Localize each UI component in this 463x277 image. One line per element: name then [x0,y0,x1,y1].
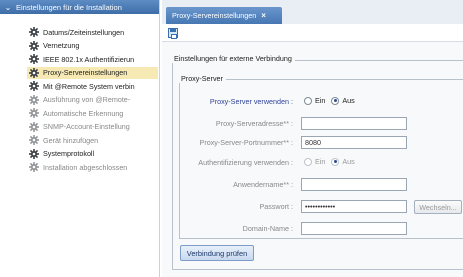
proxy-server-legend: Proxy-Server [178,74,226,83]
radio-button[interactable] [304,157,312,166]
radio-button[interactable] [304,96,312,105]
sidebar-item-label: Vernetzung [43,41,80,50]
sidebar-item[interactable]: IEEE 802.1x Authentifizierun [29,53,160,65]
gear-icon [29,67,39,78]
verify-connection-button[interactable]: Verbindung prüfen [180,245,254,261]
use-proxy-on-label: Ein [315,96,326,105]
gear-icon [29,108,39,118]
auth-off-label: Aus [342,157,355,166]
auth-on-label: Ein [315,157,326,166]
username-label: Anwendername** : [233,180,293,189]
main-panel: Proxy-Servereinstellungen × Einstellunge… [162,0,463,277]
gear-icon [29,121,39,132]
change-password-button[interactable]: Wechseln... [414,200,462,214]
sidebar-item-label: Proxy-Servereinstellungen [43,68,128,77]
sidebar-item-label: Systemprotokoll [43,149,95,158]
domain-field[interactable] [301,222,407,235]
gear-icon [29,162,39,172]
sidebar-item[interactable]: SNMP-Account-Einstellung [29,121,160,133]
sidebar-item-label: IEEE 802.1x Authentifizierun [43,54,135,64]
gear-icon [29,81,39,91]
sidebar-item[interactable]: Systemprotokoll [29,148,160,160]
radio-button-selected[interactable] [331,96,340,105]
tab-label: Proxy-Servereinstellungen [172,11,257,20]
sidebar-item-label: Gerät hinzufügen [43,135,99,145]
gear-icon [29,135,39,145]
toolbar [162,24,463,42]
external-connection-legend: Einstellungen für externe Verbindung [171,54,295,63]
use-proxy-on-option[interactable]: Ein [304,96,325,105]
save-icon[interactable] [168,28,178,39]
radio-button-selected[interactable] [331,157,340,166]
sidebar-item-label: Ausführung von @Remote- [43,95,131,104]
sidebar-item[interactable]: Automatische Erkennung [29,107,160,119]
sidebar-header-label: Einstellungen für die Installation [16,2,122,12]
auth-off-option[interactable]: Aus [331,157,355,166]
tab-bar: Proxy-Servereinstellungen × [162,0,463,24]
gear-icon [29,94,39,105]
proxy-address-label: Proxy-Serveradresse** : [215,119,293,128]
password-field[interactable]: •••••••••••• [301,200,407,213]
sidebar-item[interactable]: Proxy-Servereinstellungen [27,66,158,79]
auth-label: Authentifizierung verwenden : [198,158,293,167]
proxy-port-label: Proxy-Server-Portnummer** : [199,138,293,147]
auth-radio-group: Ein Aus [304,157,361,166]
domain-label: Domain-Name : [242,224,293,233]
sidebar-item[interactable]: Mit @Remote System verbin [29,80,160,92]
username-field[interactable] [301,178,407,191]
settings-form: Einstellungen für externe Verbindung Pro… [162,43,463,277]
sidebar-item-label: Datums/Zeiteinstellungen [43,27,125,37]
tab-proxy-settings[interactable]: Proxy-Servereinstellungen × [166,7,282,24]
sidebar-item-label: Installation abgeschlossen [43,162,128,172]
gear-icon [29,40,39,51]
use-proxy-off-label: Aus [342,96,355,105]
close-icon[interactable]: × [261,11,266,20]
sidebar-item-label: Mit @Remote System verbin [43,81,135,91]
gear-icon [29,54,39,64]
sidebar-item[interactable]: Datums/Zeiteinstellungen [29,26,160,38]
sidebar-section-header[interactable]: ⌄ Einstellungen für die Installation [0,0,159,14]
auth-on-option[interactable]: Ein [304,157,325,166]
sidebar-item[interactable]: Ausführung von @Remote- [29,94,160,106]
use-proxy-radio-group: Ein Aus [304,96,361,105]
sidebar-item[interactable]: Vernetzung [29,40,160,52]
sidebar-item[interactable]: Installation abgeschlossen [29,161,160,173]
sidebar-item[interactable]: Gerät hinzufügen [29,134,160,146]
sidebar-item-label: Automatische Erkennung [43,108,124,118]
proxy-address-field[interactable] [301,117,407,130]
proxy-port-field[interactable]: 8080 [301,136,407,149]
use-proxy-label: Proxy-Server verwenden : [209,97,293,106]
sidebar: ⌄ Einstellungen für die Installation Dat… [0,0,160,277]
gear-icon [29,27,39,37]
password-label: Passwort : [259,202,293,211]
chevron-down-icon[interactable]: ⌄ [3,3,13,12]
use-proxy-off-option[interactable]: Aus [331,96,355,105]
sidebar-item-label: SNMP-Account-Einstellung [43,122,130,131]
gear-icon [29,148,39,159]
